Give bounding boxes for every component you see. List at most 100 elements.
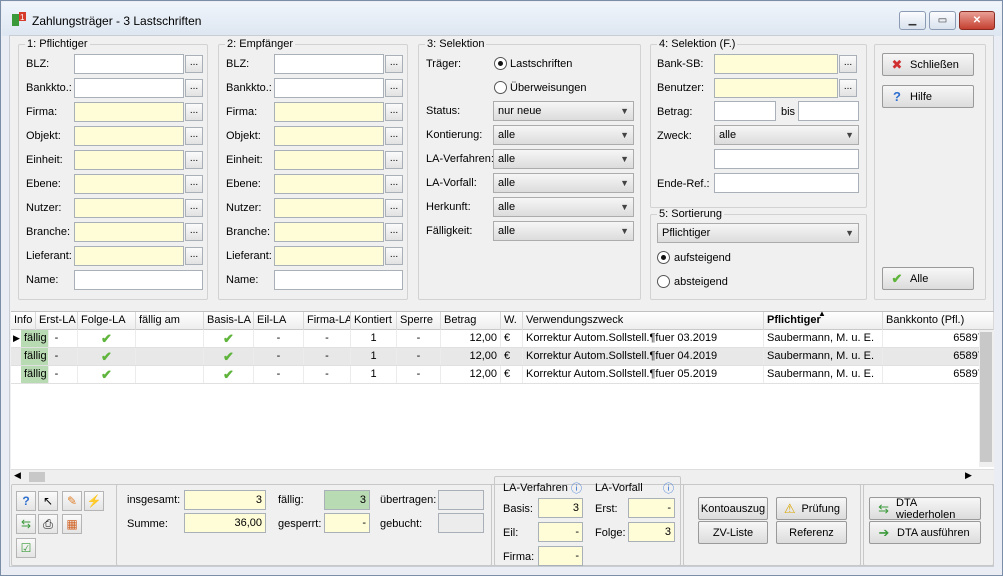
- table-row[interactable]: fällig - ✔ ✔ - -1-12,00 € Korrektur Autom.Solls…: [11, 366, 994, 384]
- betrag-to-input[interactable]: [798, 101, 859, 121]
- column-header[interactable]: Verwendungszweck: [523, 312, 764, 330]
- edit-tool-button[interactable]: ✎: [62, 491, 82, 511]
- table-row[interactable]: fällig - ✔ ✔ - -1-12,00 € Korrektur Autom.Solls…: [11, 348, 994, 366]
- pfl-lookup-button[interactable]: ...: [185, 199, 203, 217]
- zweck-text-input[interactable]: [714, 149, 859, 169]
- column-header[interactable]: Sperre: [397, 312, 441, 330]
- selektion-row-select[interactable]: alle ▼: [493, 173, 634, 193]
- emp-lookup-button[interactable]: ...: [385, 151, 403, 169]
- emp-field-input[interactable]: [274, 174, 384, 194]
- info-icon[interactable]: ⓘ: [571, 480, 582, 496]
- scroll-left-icon[interactable]: ◀: [14, 470, 21, 481]
- emp-lookup-button[interactable]: ...: [385, 55, 403, 73]
- pfl-lookup-button[interactable]: ...: [185, 55, 203, 73]
- column-header[interactable]: Erst-LA: [36, 312, 78, 330]
- flash-tool-button[interactable]: ⚡: [84, 491, 104, 511]
- pfl-lookup-button[interactable]: ...: [185, 127, 203, 145]
- selektion-row-select[interactable]: alle ▼: [493, 197, 634, 217]
- bank-sb-input[interactable]: [714, 54, 838, 74]
- radio-absteigend[interactable]: [657, 275, 670, 288]
- close-window-button[interactable]: ✕: [959, 11, 995, 30]
- column-header[interactable]: Kontiert: [351, 312, 397, 330]
- column-header[interactable]: fällig am: [136, 312, 204, 330]
- emp-field-input[interactable]: [274, 198, 384, 218]
- help-tool-button[interactable]: ?: [16, 491, 36, 511]
- selektion-row-select[interactable]: alle ▼: [493, 125, 634, 145]
- hilfe-button[interactable]: ? Hilfe: [882, 85, 974, 108]
- emp-field-input[interactable]: [274, 270, 403, 290]
- pfl-field-input[interactable]: [74, 222, 184, 242]
- zweck-select[interactable]: alle ▼: [714, 125, 859, 145]
- grid-tool-button[interactable]: ▦: [62, 514, 82, 534]
- column-header[interactable]: Bankkonto (Pfl.): [883, 312, 994, 330]
- table-row[interactable]: ▶ fällig - ✔ ✔ - -1-12,00 € Korrektur Autom.Soll…: [11, 330, 994, 348]
- pfl-lookup-button[interactable]: ...: [185, 151, 203, 169]
- betrag-from-input[interactable]: [714, 101, 776, 121]
- benutzer-lookup-button[interactable]: ...: [839, 79, 857, 97]
- info-icon[interactable]: ⓘ: [663, 480, 674, 496]
- pfl-field-input[interactable]: [74, 102, 184, 122]
- zv-liste-button[interactable]: ZV-Liste: [698, 521, 768, 544]
- column-header[interactable]: Info: [11, 312, 36, 330]
- emp-lookup-button[interactable]: ...: [385, 199, 403, 217]
- vertical-scrollbar[interactable]: [979, 330, 994, 467]
- pfl-lookup-button[interactable]: ...: [185, 247, 203, 265]
- minimize-button[interactable]: ▁: [899, 11, 926, 30]
- maximize-button[interactable]: ▭: [929, 11, 956, 30]
- pfl-field-input[interactable]: [74, 270, 203, 290]
- column-header[interactable]: Basis-LA: [204, 312, 254, 330]
- alle-button[interactable]: ✔ Alle: [882, 267, 974, 290]
- selektion-row-select[interactable]: alle ▼: [493, 221, 634, 241]
- refresh-tool-button[interactable]: ⇆: [16, 514, 36, 534]
- schliessen-button[interactable]: ✖ Schließen: [882, 53, 974, 76]
- dta-wiederholen-button[interactable]: ⇆ DTA wiederholen: [869, 497, 981, 521]
- column-header[interactable]: Eil-LA: [254, 312, 304, 330]
- emp-lookup-button[interactable]: ...: [385, 247, 403, 265]
- pfl-lookup-button[interactable]: ...: [185, 175, 203, 193]
- ende-ref-input[interactable]: [714, 173, 859, 193]
- print-tool-button[interactable]: ⎙: [38, 514, 58, 534]
- emp-field-input[interactable]: [274, 222, 384, 242]
- pfl-field-input[interactable]: [74, 78, 184, 98]
- selektion-row-select[interactable]: nur neue ▼: [493, 101, 634, 121]
- checkbox-tool-button[interactable]: ☑: [16, 538, 36, 558]
- kontoauszug-button[interactable]: Kontoauszug: [698, 497, 768, 520]
- referenz-button[interactable]: Referenz: [776, 521, 847, 544]
- column-header[interactable]: Betrag: [441, 312, 501, 330]
- pfl-field-input[interactable]: [74, 54, 184, 74]
- pointer-tool-button[interactable]: ↖: [38, 491, 58, 511]
- emp-field-input[interactable]: [274, 126, 384, 146]
- emp-lookup-button[interactable]: ...: [385, 223, 403, 241]
- emp-lookup-button[interactable]: ...: [385, 175, 403, 193]
- scroll-right-icon[interactable]: ▶: [965, 470, 972, 481]
- pfl-lookup-button[interactable]: ...: [185, 103, 203, 121]
- benutzer-input[interactable]: [714, 78, 838, 98]
- emp-lookup-button[interactable]: ...: [385, 103, 403, 121]
- lastschriften-table[interactable]: Info Erst-LA Folge-LA fällig am Basis-LA Eil-…: [11, 309, 994, 484]
- pfl-field-input[interactable]: [74, 198, 184, 218]
- dta-ausfuehren-button[interactable]: ➔ DTA ausführen: [869, 521, 981, 544]
- pruefung-button[interactable]: ⚠ Prüfung: [776, 497, 847, 520]
- pfl-field-input[interactable]: [74, 174, 184, 194]
- column-header[interactable]: Firma-LA: [304, 312, 351, 330]
- pfl-field-input[interactable]: [74, 246, 184, 266]
- radio-ueberweisungen[interactable]: [494, 81, 507, 94]
- bank-sb-lookup-button[interactable]: ...: [839, 55, 857, 73]
- emp-field-input[interactable]: [274, 150, 384, 170]
- pfl-lookup-button[interactable]: ...: [185, 223, 203, 241]
- sortierung-select[interactable]: Pflichtiger ▼: [657, 223, 859, 243]
- column-header[interactable]: W.: [501, 312, 523, 330]
- pfl-field-input[interactable]: [74, 126, 184, 146]
- emp-lookup-button[interactable]: ...: [385, 127, 403, 145]
- emp-lookup-button[interactable]: ...: [385, 79, 403, 97]
- pfl-field-input[interactable]: [74, 150, 184, 170]
- column-header[interactable]: Folge-LA: [78, 312, 136, 330]
- emp-field-input[interactable]: [274, 102, 384, 122]
- emp-field-input[interactable]: [274, 54, 384, 74]
- radio-lastschriften[interactable]: [494, 57, 507, 70]
- emp-field-input[interactable]: [274, 78, 384, 98]
- selektion-row-select[interactable]: alle ▼: [493, 149, 634, 169]
- radio-aufsteigend[interactable]: [657, 251, 670, 264]
- emp-field-input[interactable]: [274, 246, 384, 266]
- pfl-lookup-button[interactable]: ...: [185, 79, 203, 97]
